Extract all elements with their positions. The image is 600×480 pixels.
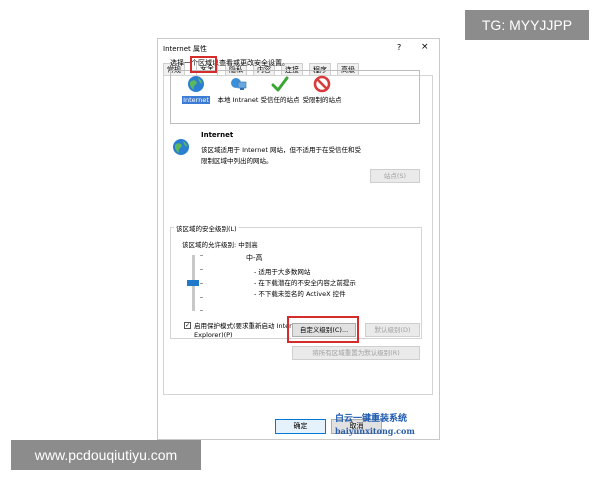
bullet-item: - 适用于大多数网站 bbox=[254, 268, 311, 276]
zone-intranet-label: 本地 Intranet bbox=[217, 96, 259, 104]
zone-internet-label: Internet bbox=[182, 96, 210, 104]
slider-tick bbox=[200, 255, 203, 256]
bullet-item: - 不下载未签名的 ActiveX 控件 bbox=[254, 290, 346, 298]
zone-prompt: 选择一个区域以查看或更改安全设置。 bbox=[170, 59, 289, 67]
zone-trusted[interactable]: 受信任的站点 bbox=[259, 75, 301, 104]
slider-tick bbox=[200, 310, 203, 311]
check-icon bbox=[271, 76, 289, 92]
bullet-item: - 在下载潜在的不安全内容之前提示 bbox=[254, 279, 356, 287]
zone-internet[interactable]: Internet bbox=[175, 75, 217, 104]
ok-button[interactable]: 确定 bbox=[275, 419, 326, 434]
protected-mode-checkbox[interactable]: ✓ bbox=[184, 322, 191, 329]
globe-icon bbox=[188, 76, 204, 92]
zone-intranet[interactable]: 本地 Intranet bbox=[217, 75, 259, 104]
security-level-bullets: - 适用于大多数网站 - 在下载潜在的不安全内容之前提示 - 不下载未签名的 A… bbox=[254, 267, 356, 300]
security-tab-highlight bbox=[190, 56, 217, 73]
custom-level-highlight bbox=[287, 316, 359, 343]
slider-tick bbox=[200, 269, 203, 270]
zone-name: Internet bbox=[201, 131, 234, 139]
reset-all-zones-button[interactable]: 将所有区域重置为默认级别(R) bbox=[292, 346, 420, 360]
watermark-logo-line2: baiyunxitong.com bbox=[335, 426, 415, 436]
restricted-icon bbox=[313, 75, 331, 93]
sites-button[interactable]: 站点(S) bbox=[370, 169, 420, 183]
help-button[interactable]: ? bbox=[397, 43, 401, 52]
globe-icon bbox=[173, 139, 189, 155]
zone-trusted-label: 受信任的站点 bbox=[260, 96, 300, 104]
security-slider-thumb[interactable] bbox=[187, 280, 199, 286]
default-level-button[interactable]: 默认级别(D) bbox=[365, 323, 420, 337]
close-button[interactable]: × bbox=[421, 42, 429, 52]
internet-properties-dialog: Internet 属性 ? × 常规 安全 隐私 内容 连接 程序 高级 选择一… bbox=[157, 38, 440, 440]
watermark-bottom: www.pcdouqiutiyu.com bbox=[11, 440, 201, 470]
zone-list: Internet 本地 Intranet 受信任的站点 受限制的站点 bbox=[170, 70, 420, 124]
allowed-levels: 该区域的允许级别: 中到高 bbox=[182, 241, 258, 249]
window-title: Internet 属性 bbox=[163, 45, 208, 53]
zone-restricted-label: 受限制的站点 bbox=[302, 96, 342, 104]
security-level-name: 中-高 bbox=[246, 254, 263, 262]
security-level-title: 该区域的安全级别(L) bbox=[174, 223, 239, 233]
zone-description: 该区域适用于 Internet 网站，但不适用于在受信任和受限制区域中列出的网站… bbox=[201, 146, 361, 165]
watermark-top: TG: MYYJJPP bbox=[465, 10, 589, 40]
zone-restricted[interactable]: 受限制的站点 bbox=[301, 75, 343, 104]
slider-tick bbox=[200, 283, 203, 284]
watermark-logo: 白云一键重装系统 baiyunxitong.com bbox=[335, 413, 445, 441]
watermark-logo-line1: 白云一键重装系统 bbox=[335, 414, 408, 424]
slider-tick bbox=[200, 297, 203, 298]
intranet-icon bbox=[231, 78, 247, 90]
